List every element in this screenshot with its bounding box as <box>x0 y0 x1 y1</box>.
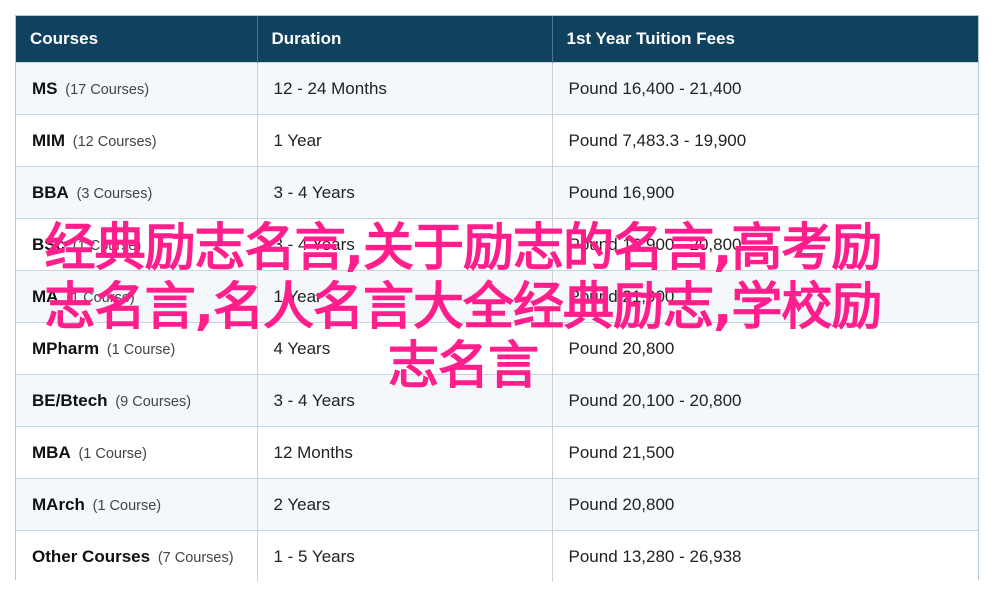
course-count: (3 Courses) <box>76 185 153 202</box>
duration-cell: 12 Months <box>257 426 553 479</box>
course-count: (1 Course) <box>106 341 176 358</box>
table-body: MS (17 Courses) 12 - 24 Months Pound 16,… <box>16 62 978 582</box>
course-name[interactable]: BSc <box>32 235 65 254</box>
course-name[interactable]: MA <box>32 287 58 306</box>
table-row: Other Courses (7 Courses) 1 - 5 Years Po… <box>16 530 978 582</box>
fees-cell: Pound 21,900 <box>552 270 978 323</box>
course-name[interactable]: MS <box>32 79 58 98</box>
fees-cell: Pound 16,900 - 20,800 <box>552 218 978 271</box>
fees-cell: Pound 20,100 - 20,800 <box>552 374 978 427</box>
course-cell: BBA (3 Courses) <box>16 166 258 219</box>
table-row: BE/Btech (9 Courses) 3 - 4 Years Pound 2… <box>16 374 978 427</box>
tuition-table: Courses Duration 1st Year Tuition Fees M… <box>16 16 978 582</box>
duration-cell: 3 - 4 Years <box>257 374 553 427</box>
fees-cell: Pound 20,800 <box>552 478 978 531</box>
course-name[interactable]: MBA <box>32 443 71 462</box>
course-cell: MIM (12 Courses) <box>16 114 258 167</box>
course-cell: BE/Btech (9 Courses) <box>16 374 258 427</box>
duration-cell: 1 Year <box>257 270 553 323</box>
duration-cell: 1 - 5 Years <box>257 530 553 582</box>
course-name[interactable]: MPharm <box>32 339 99 358</box>
header-courses: Courses <box>16 16 258 63</box>
tuition-table-frame: Courses Duration 1st Year Tuition Fees M… <box>15 15 979 582</box>
table-row: MPharm (1 Course) 4 Years Pound 20,800 <box>16 322 978 375</box>
course-count: (9 Courses) <box>115 393 192 410</box>
course-name[interactable]: Other Courses <box>32 547 150 566</box>
header-fees: 1st Year Tuition Fees <box>552 16 978 63</box>
table-header: Courses Duration 1st Year Tuition Fees <box>16 16 978 63</box>
duration-cell: 2 Years <box>257 478 553 531</box>
duration-cell: 1 Year <box>257 114 553 167</box>
course-cell: MPharm (1 Course) <box>16 322 258 375</box>
fees-cell: Pound 16,400 - 21,400 <box>552 62 978 115</box>
table-row: MArch (1 Course) 2 Years Pound 20,800 <box>16 478 978 531</box>
fees-cell: Pound 13,280 - 26,938 <box>552 530 978 582</box>
course-cell: MS (17 Courses) <box>16 62 258 115</box>
course-count: (1 Course) <box>78 445 147 462</box>
course-cell: MArch (1 Course) <box>16 478 258 531</box>
duration-cell: 4 Years <box>257 322 553 375</box>
course-count: (1 Course) <box>92 497 162 514</box>
course-cell: MBA (1 Course) <box>16 426 258 479</box>
course-count: (7 Courses) <box>157 549 234 566</box>
course-cell: BSc (1 Course) <box>16 218 258 271</box>
table-row: MA (1 Course) 1 Year Pound 21,900 <box>16 270 978 323</box>
duration-cell: 12 - 24 Months <box>257 62 553 115</box>
header-row: Courses Duration 1st Year Tuition Fees <box>16 16 978 63</box>
header-duration: Duration <box>257 16 553 63</box>
course-name[interactable]: BE/Btech <box>32 391 108 410</box>
duration-cell: 3 - 4 Years <box>257 166 553 219</box>
fees-cell: Pound 21,500 <box>552 426 978 479</box>
course-count: (1 Course) <box>66 289 135 306</box>
fees-cell: Pound 16,900 <box>552 166 978 219</box>
table-row: BBA (3 Courses) 3 - 4 Years Pound 16,900 <box>16 166 978 219</box>
course-name[interactable]: BBA <box>32 183 69 202</box>
course-cell: Other Courses (7 Courses) <box>16 530 258 582</box>
fees-cell: Pound 20,800 <box>552 322 978 375</box>
course-count: (17 Courses) <box>65 81 150 98</box>
table-row: MIM (12 Courses) 1 Year Pound 7,483.3 - … <box>16 114 978 167</box>
table-row: BSc (1 Course) 3 - 4 Years Pound 16,900 … <box>16 218 978 271</box>
duration-cell: 3 - 4 Years <box>257 218 553 271</box>
course-count: (12 Courses) <box>72 133 157 150</box>
fees-cell: Pound 7,483.3 - 19,900 <box>552 114 978 167</box>
course-count: (1 Course) <box>72 237 142 254</box>
table-row: MS (17 Courses) 12 - 24 Months Pound 16,… <box>16 62 978 115</box>
course-name[interactable]: MArch <box>32 495 85 514</box>
course-cell: MA (1 Course) <box>16 270 258 323</box>
table-row: MBA (1 Course) 12 Months Pound 21,500 <box>16 426 978 479</box>
course-name[interactable]: MIM <box>32 131 65 150</box>
